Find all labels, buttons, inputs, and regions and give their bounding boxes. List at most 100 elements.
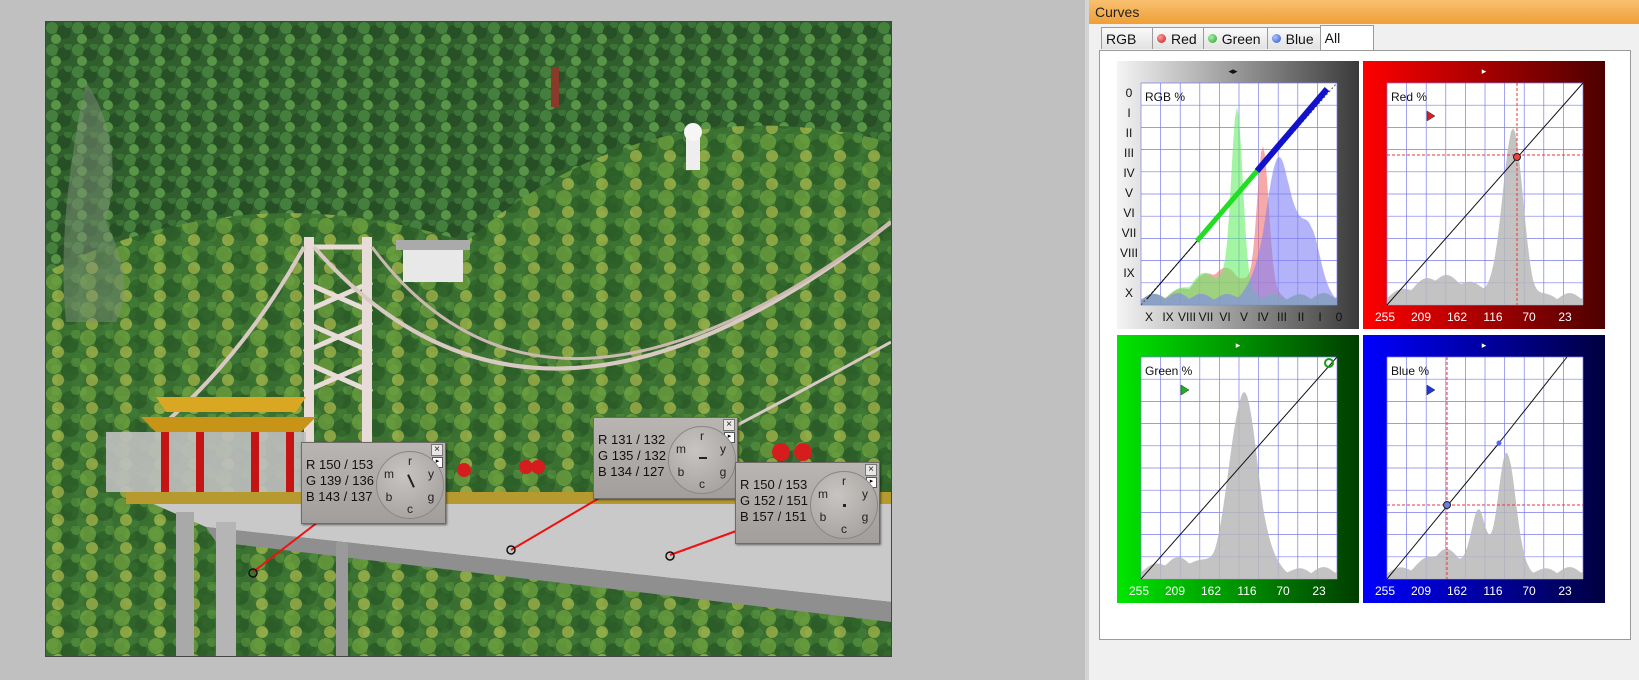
- tab-label: Red: [1171, 30, 1197, 47]
- hue-wheel: r y g c b m: [376, 451, 444, 519]
- axis-tick-label: 23: [1558, 584, 1572, 598]
- tab-label: All: [1324, 30, 1341, 46]
- zone-label: IX: [1162, 310, 1173, 324]
- photo-canvas[interactable]: [45, 21, 892, 657]
- wheel-label-m: m: [818, 487, 828, 501]
- probe-values: R 131 / 132 G 135 / 132 B 134 / 127: [598, 432, 666, 480]
- green-curve-graph[interactable]: Green % 255 209 162 116 70 23 ▸: [1117, 335, 1359, 603]
- blue-dot-icon: [1271, 34, 1281, 43]
- zone-label: X: [1145, 310, 1153, 324]
- close-icon[interactable]: ×: [723, 419, 735, 431]
- curve-point[interactable]: [1443, 501, 1451, 509]
- rgb-curve-graph[interactable]: RGB % 0IIIIIIIVVVIVIIVIIIIXX X IX VIII VII V…: [1117, 61, 1359, 329]
- red-dot-icon: [1157, 34, 1166, 43]
- close-icon[interactable]: ×: [865, 464, 877, 476]
- tab-rgb[interactable]: RGB: [1101, 27, 1153, 49]
- wheel-label-b: b: [677, 465, 685, 479]
- zone-label: IX: [1123, 266, 1134, 280]
- axis-tick-label: 209: [1165, 584, 1185, 598]
- probe-r-value: R 131 / 132: [598, 432, 666, 447]
- hue-needle: [843, 504, 846, 507]
- axis-tick-label: 116: [1483, 310, 1502, 324]
- collapse-arrow-icon[interactable]: ◂▸: [1228, 66, 1238, 76]
- zone-label: VI: [1219, 310, 1230, 324]
- wheel-label-m: m: [384, 467, 394, 481]
- curve-point[interactable]: [1513, 153, 1521, 161]
- axis-tick-label: 116: [1483, 584, 1502, 598]
- zone-label: VI: [1123, 206, 1134, 220]
- collapse-arrow-icon[interactable]: ▸: [1236, 340, 1241, 350]
- red-curve-panel[interactable]: Red % 255 209 162 116 70 23 ▸: [1363, 61, 1605, 329]
- red-curve-graph[interactable]: Red % 255 209 162 116 70 23 ▸: [1363, 61, 1605, 329]
- wheel-label-g: g: [861, 510, 869, 524]
- tab-blue[interactable]: Blue: [1266, 27, 1321, 49]
- tab-label: Blue: [1285, 30, 1314, 47]
- wheel-label-r: r: [408, 454, 412, 468]
- axis-tick-label: 255: [1129, 584, 1149, 598]
- rgb-curve-panel[interactable]: RGB % 0 I II III IV V VI VII VIII IX X X IX VIII VII V…: [1117, 61, 1359, 329]
- wheel-label-b: b: [385, 490, 393, 504]
- axis-tick-label: 255: [1375, 584, 1395, 598]
- hue-needle: [407, 474, 415, 488]
- tab-label: RGB: [1106, 30, 1137, 47]
- axis-tick-label: 70: [1522, 310, 1536, 324]
- tab-red[interactable]: Red: [1152, 27, 1204, 49]
- curves-panels: RGB % 0 I II III IV V VI VII VIII IX X X IX VIII VII V…: [1099, 50, 1631, 640]
- close-icon[interactable]: ×: [431, 444, 443, 456]
- wheel-label-b: b: [819, 510, 827, 524]
- zone-label: I: [1318, 310, 1321, 324]
- axis-tick-label: 209: [1411, 584, 1431, 598]
- zone-label: III: [1124, 146, 1134, 160]
- blue-curve-panel[interactable]: Blue % 255 209 162 116 70 23 ▸: [1363, 335, 1605, 603]
- zone-label: X: [1125, 286, 1133, 300]
- hue-wheel: r y g c b m: [810, 471, 878, 539]
- probe-r-value: R 150 / 153: [740, 477, 808, 492]
- collapse-arrow-icon[interactable]: ▸: [1482, 340, 1487, 350]
- axis-tick-label: 70: [1276, 584, 1290, 598]
- collapse-arrow-icon[interactable]: ▸: [1482, 66, 1487, 76]
- wheel-label-y: y: [428, 467, 434, 481]
- color-probe-3[interactable]: × ▸ R 150 / 153 G 152 / 151 B 157 / 151 …: [735, 462, 880, 544]
- axis-tick-label: 162: [1201, 584, 1221, 598]
- probe-b-value: B 143 / 137: [306, 489, 373, 504]
- wheel-label-c: c: [841, 522, 847, 536]
- zone-label: II: [1298, 310, 1305, 324]
- probe-r-value: R 150 / 153: [306, 457, 374, 472]
- wheel-label-c: c: [699, 477, 705, 491]
- axis-tick-label: 116: [1237, 584, 1256, 598]
- probe-g-value: G 152 / 151: [740, 493, 808, 508]
- zone-label: VII: [1122, 226, 1137, 240]
- blue-curve-graph[interactable]: Blue % 255 209 162 116 70 23 ▸: [1363, 335, 1605, 603]
- curve-point[interactable]: [1496, 440, 1502, 446]
- zone-label: VII: [1199, 310, 1214, 324]
- tab-all[interactable]: All: [1319, 25, 1374, 50]
- zone-label: VIII: [1178, 310, 1196, 324]
- window-title: Curves: [1089, 0, 1639, 24]
- tab-green[interactable]: Green: [1202, 27, 1268, 49]
- image-canvas-area: × ▸ R 150 / 153 G 139 / 136 B 143 / 137 …: [0, 0, 1085, 680]
- zone-label: II: [1126, 126, 1133, 140]
- color-probe-1[interactable]: × ▸ R 150 / 153 G 139 / 136 B 143 / 137 …: [301, 442, 446, 524]
- probe-values: R 150 / 153 G 152 / 151 B 157 / 151: [740, 477, 808, 525]
- axis-tick-label: 209: [1411, 310, 1431, 324]
- wheel-label-m: m: [676, 442, 686, 456]
- axis-tick-label: 162: [1447, 310, 1467, 324]
- probe-b-value: B 134 / 127: [598, 464, 665, 479]
- probe-g-value: G 135 / 132: [598, 448, 666, 463]
- axis-tick-label: 23: [1312, 584, 1326, 598]
- wheel-label-c: c: [407, 502, 413, 516]
- probe-values: R 150 / 153 G 139 / 136 B 143 / 137: [306, 457, 374, 505]
- panel-label: RGB %: [1145, 90, 1185, 104]
- green-curve-panel[interactable]: Green % 255 209 162 116 70 23 ▸: [1117, 335, 1359, 603]
- zone-label: V: [1125, 186, 1133, 200]
- wheel-label-g: g: [427, 490, 435, 504]
- wheel-label-r: r: [842, 474, 846, 488]
- zone-label: III: [1277, 310, 1287, 324]
- hue-needle: [699, 457, 707, 459]
- zone-label: V: [1240, 310, 1248, 324]
- wheel-label-r: r: [700, 429, 704, 443]
- green-dot-icon: [1207, 34, 1217, 43]
- photo-bridge-scene: [46, 22, 891, 656]
- zone-label: VIII: [1120, 246, 1138, 260]
- color-probe-2[interactable]: × ▸ R 131 / 132 G 135 / 132 B 134 / 127 …: [593, 417, 738, 499]
